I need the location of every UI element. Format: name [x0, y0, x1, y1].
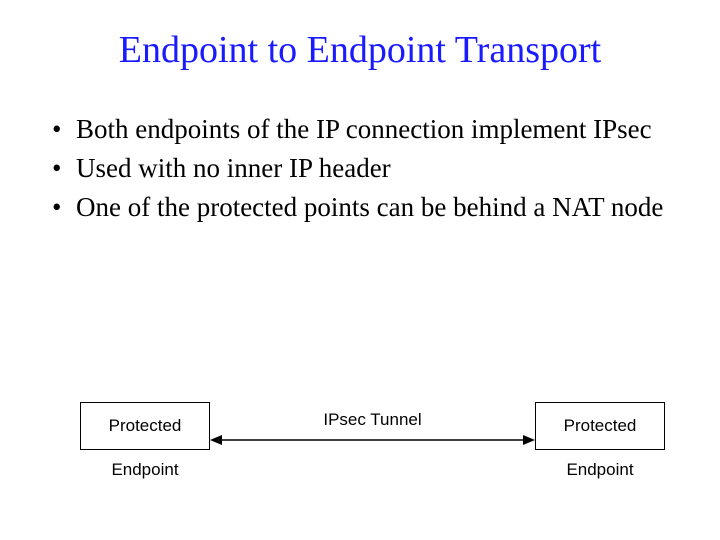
- right-box-label: Protected: [564, 416, 637, 436]
- bullet-item: Used with no inner IP header: [48, 151, 680, 186]
- right-endpoint-caption: Endpoint: [535, 460, 665, 480]
- bullet-item: One of the protected points can be behin…: [48, 190, 680, 225]
- slide: Endpoint to Endpoint Transport Both endp…: [0, 0, 720, 540]
- left-box-label: Protected: [109, 416, 182, 436]
- diagram: Protected Protected IPsec Tunnel Endpoin…: [0, 402, 720, 482]
- tunnel-label: IPsec Tunnel: [210, 410, 535, 430]
- left-protected-box: Protected: [80, 402, 210, 450]
- slide-title: Endpoint to Endpoint Transport: [40, 28, 680, 72]
- bullet-item: Both endpoints of the IP connection impl…: [48, 112, 680, 147]
- double-arrow-icon: [210, 430, 535, 450]
- bullet-list: Both endpoints of the IP connection impl…: [40, 112, 680, 225]
- left-endpoint-caption: Endpoint: [80, 460, 210, 480]
- right-protected-box: Protected: [535, 402, 665, 450]
